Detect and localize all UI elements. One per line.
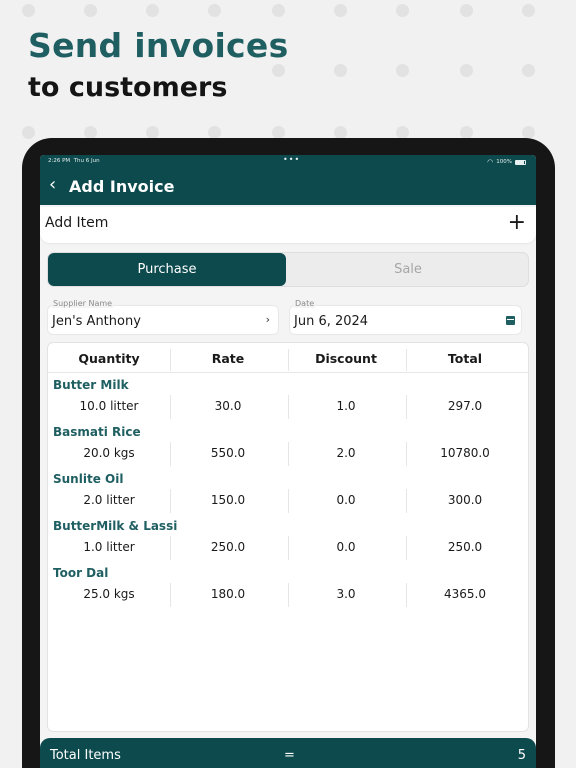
item-name: Toor Dal bbox=[53, 566, 109, 580]
battery-icon bbox=[515, 159, 526, 165]
wifi-icon: ◠ bbox=[487, 158, 494, 166]
date-value: Jun 6, 2024 bbox=[294, 314, 369, 329]
column-header-total: Total bbox=[447, 351, 483, 366]
header-divider bbox=[170, 349, 171, 371]
hero-subtitle: to customers bbox=[28, 72, 228, 103]
cell-discount: 1.0 bbox=[336, 399, 356, 413]
table-row[interactable]: Toor Dal 25.0 kgs 180.0 3.0 4365.0 bbox=[48, 566, 528, 613]
cell-rate: 180.0 bbox=[210, 587, 246, 601]
calendar-icon[interactable] bbox=[506, 316, 515, 325]
status-time: 2:26 PM Thu 6 Jun bbox=[48, 158, 100, 164]
cell-quantity: 10.0 litter bbox=[79, 399, 139, 413]
date-label: Date bbox=[294, 299, 316, 308]
multitask-dots-icon[interactable]: ••• bbox=[283, 155, 300, 164]
app-header: 2:26 PM Thu 6 Jun ••• ◠ 100% ‹ Add Invoi… bbox=[40, 155, 536, 205]
cell-total: 297.0 bbox=[447, 399, 483, 413]
cell-divider bbox=[288, 583, 289, 607]
header-divider bbox=[288, 349, 289, 371]
purchase-sale-toggle: Purchase Sale bbox=[47, 252, 529, 287]
cell-total: 4365.0 bbox=[444, 587, 486, 601]
cell-divider bbox=[288, 489, 289, 513]
cell-total: 250.0 bbox=[447, 540, 483, 554]
cell-discount: 2.0 bbox=[336, 446, 356, 460]
total-items-value: 5 bbox=[517, 748, 526, 763]
cell-rate: 30.0 bbox=[214, 399, 242, 413]
cell-quantity: 1.0 litter bbox=[83, 540, 135, 554]
cell-divider bbox=[170, 395, 171, 419]
total-items-label: Total Items bbox=[50, 748, 121, 763]
supplier-name-label: Supplier Name bbox=[52, 299, 114, 308]
cell-rate: 250.0 bbox=[210, 540, 246, 554]
cell-quantity: 25.0 kgs bbox=[83, 587, 135, 601]
cell-divider bbox=[170, 583, 171, 607]
cell-discount: 0.0 bbox=[336, 493, 356, 507]
cell-rate: 550.0 bbox=[210, 446, 246, 460]
cell-rate: 150.0 bbox=[210, 493, 246, 507]
page-title: Add Invoice bbox=[69, 177, 175, 196]
tab-sale[interactable]: Sale bbox=[286, 253, 530, 286]
table-row[interactable]: Sunlite Oil 2.0 litter 150.0 0.0 300.0 bbox=[48, 472, 528, 519]
cell-total: 10780.0 bbox=[440, 446, 490, 460]
back-arrow-icon[interactable]: ‹ bbox=[49, 176, 56, 194]
cell-divider bbox=[406, 536, 407, 560]
header-divider bbox=[406, 349, 407, 371]
items-table: Quantity Rate Discount Total Butter Milk… bbox=[47, 342, 529, 732]
item-name: Butter Milk bbox=[53, 378, 129, 392]
item-name: ButterMilk & Lassi bbox=[53, 519, 178, 533]
date-field[interactable]: Date Jun 6, 2024 bbox=[289, 299, 522, 335]
cell-divider bbox=[288, 442, 289, 466]
cell-total: 300.0 bbox=[447, 493, 483, 507]
plus-icon[interactable]: + bbox=[508, 211, 526, 235]
cell-divider bbox=[406, 395, 407, 419]
table-header: Quantity Rate Discount Total bbox=[48, 343, 528, 373]
column-header-quantity: Quantity bbox=[78, 351, 140, 366]
cell-divider bbox=[288, 536, 289, 560]
cell-divider bbox=[170, 489, 171, 513]
table-row[interactable]: Basmati Rice 20.0 kgs 550.0 2.0 10780.0 bbox=[48, 425, 528, 472]
tab-purchase[interactable]: Purchase bbox=[48, 253, 286, 286]
cell-divider bbox=[170, 536, 171, 560]
supplier-name-value: Jen's Anthony bbox=[52, 314, 141, 329]
item-name: Sunlite Oil bbox=[53, 472, 124, 486]
chevron-right-icon: › bbox=[265, 313, 270, 326]
cell-quantity: 2.0 litter bbox=[83, 493, 135, 507]
cell-discount: 0.0 bbox=[336, 540, 356, 554]
status-bar: 2:26 PM Thu 6 Jun ••• ◠ 100% bbox=[40, 155, 536, 169]
cell-divider bbox=[406, 583, 407, 607]
cell-divider bbox=[170, 442, 171, 466]
hero-title: Send invoices bbox=[28, 26, 289, 65]
add-item-bar[interactable]: Add Item + bbox=[40, 207, 536, 243]
column-header-discount: Discount bbox=[315, 351, 377, 366]
cell-quantity: 20.0 kgs bbox=[83, 446, 135, 460]
cell-divider bbox=[406, 489, 407, 513]
cell-discount: 3.0 bbox=[336, 587, 356, 601]
item-name: Basmati Rice bbox=[53, 425, 141, 439]
supplier-name-field[interactable]: Supplier Name Jen's Anthony › bbox=[47, 299, 279, 335]
battery-percent: 100% bbox=[496, 159, 512, 165]
table-row[interactable]: Butter Milk 10.0 litter 30.0 1.0 297.0 bbox=[48, 378, 528, 425]
add-item-label: Add Item bbox=[45, 215, 109, 231]
column-header-rate: Rate bbox=[211, 351, 245, 366]
total-items-bar: Total Items = 5 bbox=[40, 738, 536, 768]
table-row[interactable]: ButterMilk & Lassi 1.0 litter 250.0 0.0 … bbox=[48, 519, 528, 566]
cell-divider bbox=[288, 395, 289, 419]
app-screen: 2:26 PM Thu 6 Jun ••• ◠ 100% ‹ Add Invoi… bbox=[40, 155, 536, 768]
cell-divider bbox=[406, 442, 407, 466]
total-items-equals: = bbox=[284, 748, 295, 763]
status-right: ◠ 100% bbox=[487, 158, 526, 166]
